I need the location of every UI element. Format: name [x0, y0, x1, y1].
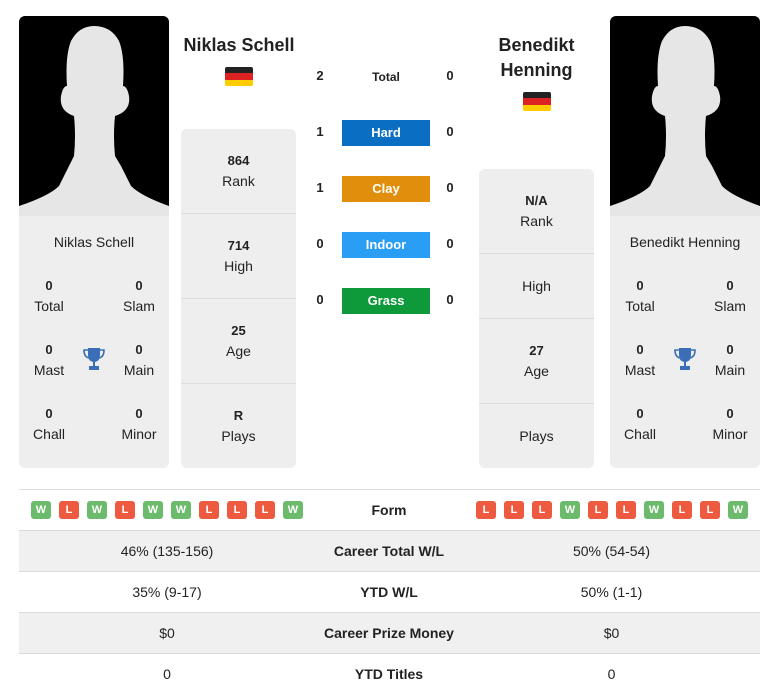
form-win-badge: W	[560, 501, 580, 519]
silhouette-icon	[19, 26, 169, 216]
player1-ytd-titles: 0	[163, 666, 171, 682]
player2-ytd-titles: 0	[607, 666, 616, 682]
h2h-p2-hard: 0	[446, 124, 454, 139]
form-loss-badge: L	[199, 501, 219, 519]
h2h-row-hard: 1 Hard 0	[310, 120, 460, 146]
surface-total-label: Total	[372, 70, 400, 84]
player1-chall-titles: 0 Chall	[33, 406, 65, 442]
form-row: WLWLWWLLLW Form LLLWLLWLLW	[19, 489, 760, 530]
player1-age: 25 Age	[181, 299, 296, 384]
form-loss-badge: L	[59, 501, 79, 519]
h2h-p1-grass: 0	[316, 292, 324, 307]
h2h-p2-indoor: 0	[446, 236, 454, 251]
germany-flag-icon	[225, 67, 253, 86]
player2-career-wl: 50% (54-54)	[572, 543, 651, 559]
player2-form: LLLWLLWLLW	[476, 501, 748, 519]
form-win-badge: W	[143, 501, 163, 519]
surface-hard-badge[interactable]: Hard	[342, 120, 430, 146]
player1-titles-card: Niklas Schell 0 Total 0 Slam 0 Mast 0 Main 0…	[19, 216, 169, 468]
h2h-p2-grass: 0	[446, 292, 454, 307]
player2-chall-titles: 0 Chall	[624, 406, 656, 442]
player2-photo	[610, 16, 760, 216]
form-loss-badge: L	[588, 501, 608, 519]
player2-name[interactable]: Benedikt Henning	[470, 33, 603, 83]
player2-total-titles: 0 Total	[625, 278, 655, 314]
player2-slam-titles: 0 Slam	[714, 278, 746, 314]
player2-minor-titles: 0 Minor	[712, 406, 748, 442]
form-loss-badge: L	[504, 501, 524, 519]
form-win-badge: W	[283, 501, 303, 519]
career-wl-label: Career Total W/L	[333, 543, 445, 559]
prize-money-label: Career Prize Money	[324, 625, 454, 641]
comparison-table: WLWLWWLLLW Form LLLWLLWLLW 46% (135-156)…	[19, 489, 760, 694]
table-row: 46% (135-156) Career Total W/L 50% (54-5…	[19, 530, 760, 571]
form-win-badge: W	[87, 501, 107, 519]
player1-total-titles: 0 Total	[34, 278, 64, 314]
surface-indoor-badge[interactable]: Indoor	[342, 232, 430, 258]
form-win-badge: W	[31, 501, 51, 519]
silhouette-icon	[610, 26, 760, 216]
h2h-p2-total: 0	[446, 68, 454, 83]
player1-name[interactable]: Niklas Schell	[176, 33, 302, 58]
player1-minor-titles: 0 Minor	[121, 406, 157, 442]
form-loss-badge: L	[476, 501, 496, 519]
player2-plays: Plays	[519, 428, 554, 444]
h2h-row-total: 2 Total 0	[310, 64, 460, 88]
form-loss-badge: L	[532, 501, 552, 519]
h2h-row-grass: 0 Grass 0	[310, 288, 460, 314]
h2h-p1-indoor: 0	[316, 236, 324, 251]
h2h-p1-hard: 1	[316, 124, 324, 139]
h2h-p2-clay: 0	[446, 180, 454, 195]
player1-rank: 864 Rank	[181, 129, 296, 214]
form-loss-badge: L	[227, 501, 247, 519]
player2-high: High	[479, 254, 594, 319]
surface-clay-badge[interactable]: Clay	[342, 176, 430, 202]
player1-high: 714 High	[181, 214, 296, 299]
player1-plays: R Plays	[221, 408, 256, 444]
player2-ytd-wl: 50% (1-1)	[580, 584, 643, 600]
h2h-row-indoor: 0 Indoor 0	[310, 232, 460, 258]
trophy-icon	[83, 348, 105, 370]
player2-main-titles: 0 Main	[714, 342, 746, 378]
player1-slam-titles: 0 Slam	[123, 278, 155, 314]
table-row: 35% (9-17) YTD W/L 50% (1-1)	[19, 571, 760, 612]
player1-form: WLWLWWLLLW	[31, 501, 303, 519]
form-loss-badge: L	[616, 501, 636, 519]
player2-prize-money: $0	[603, 625, 620, 641]
surface-grass-badge[interactable]: Grass	[342, 288, 430, 314]
form-loss-badge: L	[255, 501, 275, 519]
player2-mast-titles: 0 Mast	[624, 342, 656, 378]
player1-card-name: Niklas Schell	[53, 234, 135, 250]
ytd-wl-label: YTD W/L	[360, 584, 418, 600]
player2-name-line2: Henning	[500, 60, 573, 80]
player1-ytd-wl: 35% (9-17)	[132, 584, 202, 600]
player2-age: 27 Age	[479, 319, 594, 404]
player1-prize-money: $0	[159, 625, 175, 641]
player1-mast-titles: 0 Mast	[33, 342, 65, 378]
ytd-titles-label: YTD Titles	[354, 666, 424, 682]
form-loss-badge: L	[672, 501, 692, 519]
form-loss-badge: L	[700, 501, 720, 519]
player1-photo	[19, 16, 169, 216]
player1-info-box: 864 Rank 714 High 25 Age R Plays	[181, 129, 296, 468]
table-row: 0 YTD Titles 0	[19, 653, 760, 694]
form-label: Form	[371, 502, 407, 518]
player2-rank: N/A Rank	[479, 169, 594, 254]
table-row: $0 Career Prize Money $0	[19, 612, 760, 653]
form-win-badge: W	[644, 501, 664, 519]
h2h-row-clay: 1 Clay 0	[310, 176, 460, 202]
player2-card-name: Benedikt Henning	[629, 234, 741, 250]
form-win-badge: W	[171, 501, 191, 519]
player1-career-wl: 46% (135-156)	[120, 543, 214, 559]
player1-main-titles: 0 Main	[123, 342, 155, 378]
form-loss-badge: L	[115, 501, 135, 519]
h2h-p1-total: 2	[316, 68, 324, 83]
form-win-badge: W	[728, 501, 748, 519]
trophy-icon	[674, 348, 696, 370]
h2h-p1-clay: 1	[316, 180, 324, 195]
player2-titles-card: Benedikt Henning 0 Total 0 Slam 0 Mast 0 Mai…	[610, 216, 760, 468]
player2-info-box: N/A Rank High 27 Age Plays	[479, 169, 594, 468]
player2-name-line1: Benedikt	[498, 35, 575, 55]
germany-flag-icon	[523, 92, 551, 111]
